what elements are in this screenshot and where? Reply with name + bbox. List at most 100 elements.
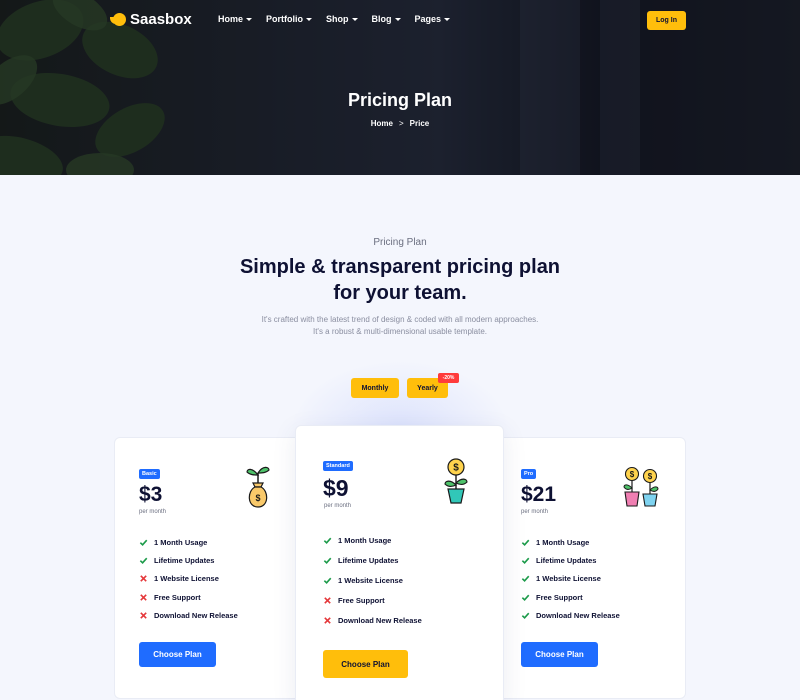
feature-item: Free Support (323, 591, 422, 611)
logo-icon (110, 13, 126, 26)
nav-item-label: Shop (326, 14, 349, 24)
choose-plan-button[interactable]: Choose Plan (323, 650, 408, 678)
plan-badge: Standard (323, 461, 353, 471)
check-icon (323, 556, 332, 565)
feature-item: Lifetime Updates (323, 550, 422, 570)
feature-label: Download New Release (154, 610, 238, 620)
feature-list: 1 Month Usage Lifetime Updates 1 Website… (521, 533, 620, 624)
check-icon (521, 538, 530, 547)
cross-icon (323, 596, 332, 605)
nav-item-pages[interactable]: Pages (415, 14, 451, 24)
hero-banner: Saasbox Home Portfolio Shop Blog Pages L… (0, 0, 800, 175)
check-icon (521, 574, 530, 583)
feature-label: Lifetime Updates (536, 555, 597, 565)
brand-logo[interactable]: Saasbox (110, 11, 192, 28)
breadcrumb-current: Price (409, 119, 430, 128)
double-money-plant-icon: $ $ (623, 466, 659, 507)
choose-plan-button[interactable]: Choose Plan (139, 642, 216, 667)
plan-period: per month (324, 503, 352, 509)
check-icon (521, 556, 530, 565)
description-line: It's a robust & multi-dimensional usable… (312, 327, 488, 336)
nav-item-home[interactable]: Home (218, 14, 253, 24)
nav-item-label: Portfolio (266, 14, 304, 24)
chevron-down-icon (351, 17, 358, 21)
description-line: It's crafted with the latest trend of de… (261, 315, 539, 324)
cross-icon (139, 574, 148, 583)
plan-badge: Pro (521, 469, 537, 479)
section-eyebrow: Pricing Plan (373, 237, 427, 248)
plan-period: per month (521, 509, 549, 515)
chevron-down-icon (444, 17, 451, 21)
monthly-toggle-button[interactable]: Monthly (351, 378, 399, 398)
check-icon (139, 538, 148, 547)
feature-label: Lifetime Updates (338, 555, 399, 565)
plan-price: $9 (323, 475, 349, 501)
feature-item: Download New Release (323, 611, 422, 631)
cross-icon (139, 593, 148, 602)
check-icon (323, 576, 332, 585)
svg-text:$: $ (648, 472, 653, 481)
nav-item-label: Home (218, 14, 244, 24)
chevron-down-icon (246, 17, 253, 21)
feature-item: Download New Release (521, 606, 620, 624)
nav-item-blog[interactable]: Blog (372, 14, 401, 24)
page-title: Pricing Plan (347, 90, 453, 110)
plan-price: $21 (521, 483, 557, 506)
feature-label: Free Support (536, 592, 583, 602)
chevron-down-icon (394, 17, 401, 21)
login-button[interactable]: Log In (647, 11, 686, 30)
check-icon (521, 593, 530, 602)
feature-label: 1 Month Usage (338, 535, 392, 545)
feature-label: Free Support (154, 592, 201, 602)
breadcrumb: Home > Price (0, 119, 800, 128)
top-navigation: Saasbox Home Portfolio Shop Blog Pages L… (0, 0, 800, 40)
brand-name: Saasbox (130, 11, 192, 28)
feature-label: 1 Website License (154, 574, 219, 584)
feature-label: 1 Month Usage (154, 537, 208, 547)
nav-item-label: Blog (371, 14, 392, 24)
feature-item: 1 Website License (521, 570, 620, 588)
section-description: It's crafted with the latest trend of de… (200, 314, 600, 338)
nav-item-label: Pages (414, 14, 442, 24)
feature-item: Download New Release (139, 606, 238, 624)
check-icon (521, 611, 530, 620)
discount-badge: -20% (438, 373, 459, 383)
feature-list: 1 Month Usage Lifetime Updates 1 Website… (139, 533, 238, 624)
svg-text:$: $ (630, 470, 635, 479)
plan-card-standard: Standard $9 per month $ 1 Month Usage Li… (295, 425, 504, 700)
cross-icon (323, 616, 332, 625)
feature-item: 1 Month Usage (521, 533, 620, 551)
section-heading: Simple & transparent pricing plan for yo… (200, 254, 600, 306)
feature-label: Lifetime Updates (154, 555, 215, 565)
feature-item: 1 Month Usage (139, 533, 238, 551)
feature-label: 1 Month Usage (536, 537, 590, 547)
feature-label: 1 Website License (536, 574, 601, 584)
svg-text:$: $ (453, 463, 459, 474)
nav-item-shop[interactable]: Shop (326, 14, 358, 24)
plan-period: per month (139, 509, 167, 515)
feature-item: Lifetime Updates (521, 551, 620, 569)
plant-moneybag-icon: $ (246, 466, 270, 508)
plan-badge: Basic (139, 469, 160, 479)
breadcrumb-home-link[interactable]: Home (371, 119, 393, 128)
feature-label: Download New Release (536, 610, 620, 620)
svg-text:$: $ (255, 493, 260, 503)
choose-plan-button[interactable]: Choose Plan (521, 642, 598, 667)
feature-item: Free Support (139, 588, 238, 606)
feature-item: 1 Website License (323, 570, 422, 590)
feature-label: 1 Website License (338, 575, 403, 585)
plan-price: $3 (139, 483, 163, 506)
feature-item: 1 Month Usage (323, 530, 422, 550)
money-plant-icon: $ (444, 458, 468, 504)
feature-label: Free Support (338, 596, 385, 606)
nav-item-portfolio[interactable]: Portfolio (266, 14, 313, 24)
check-icon (323, 536, 332, 545)
feature-item: 1 Website License (139, 570, 238, 588)
heading-line: Simple & transparent pricing plan (239, 256, 561, 278)
chevron-down-icon (306, 17, 313, 21)
feature-list: 1 Month Usage Lifetime Updates 1 Website… (323, 530, 422, 631)
feature-label: Download New Release (338, 616, 422, 626)
heading-line: for your team. (333, 282, 467, 304)
breadcrumb-separator: > (398, 119, 404, 128)
cross-icon (139, 611, 148, 620)
